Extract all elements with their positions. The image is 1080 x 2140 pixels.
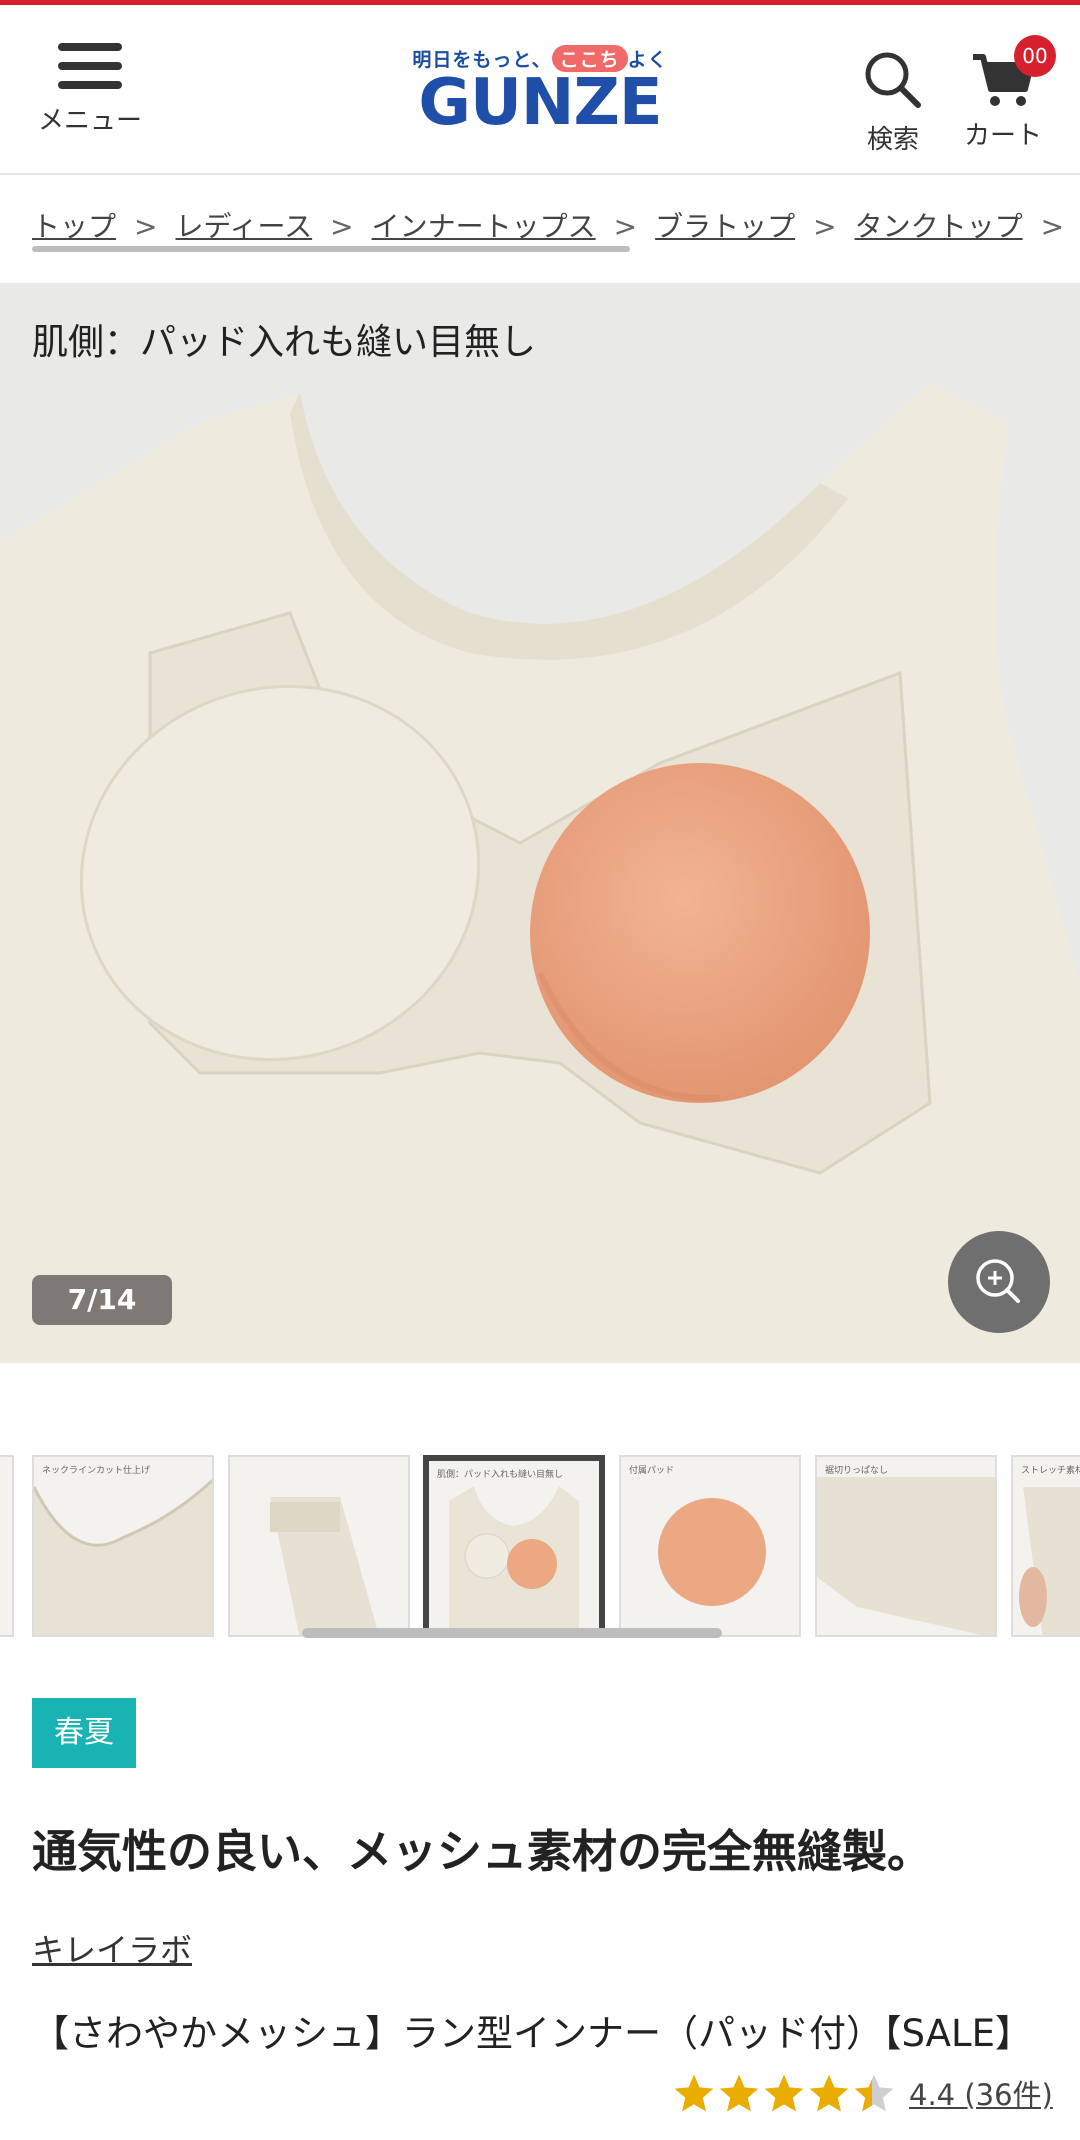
cart-label: カート (963, 121, 1042, 151)
star-icon (764, 2074, 804, 2112)
thumbnail-pad-side-image (449, 1486, 579, 1631)
breadcrumb-bra-top[interactable]: ブラトップ (655, 210, 795, 243)
thumbnail-5[interactable] (0, 1455, 14, 1637)
thumbnail-fabric-image (270, 1497, 379, 1635)
breadcrumb-separator: > (134, 210, 158, 243)
brand-link[interactable]: キレイラボ (32, 1925, 192, 1971)
product-main-image[interactable]: 肌側：パッド入れも縫い目無し 7/14 (0, 283, 1080, 1363)
breadcrumb-inner-tops[interactable]: インナートップス (372, 210, 596, 243)
breadcrumb-tank-top[interactable]: タンクトップ (855, 210, 1023, 243)
breadcrumb-separator: > (613, 210, 638, 243)
product-headline: 通気性の良い、メッシュ素材の完全無縫製。 (32, 1825, 933, 1878)
menu-label: メニュー (37, 106, 142, 136)
thumbnail-9[interactable]: 付属パッド (619, 1455, 801, 1637)
star-half-icon (854, 2074, 894, 2112)
thumbnail-neckline-image (34, 1478, 212, 1635)
thumbnail-11[interactable]: ストレッチ素材 (1011, 1455, 1080, 1637)
menu-button[interactable]: メニュー (30, 43, 150, 137)
star-icon (674, 2074, 714, 2112)
thumbnail-stretch-image (1019, 1487, 1080, 1635)
star-icon (719, 2074, 759, 2112)
thumbnail-8[interactable]: 肌側：パッド入れも縫い目無し (423, 1455, 605, 1637)
thumbnail-hem-image (817, 1477, 995, 1635)
zoom-in-icon (976, 1259, 1020, 1303)
search-button[interactable]: 検索 (858, 49, 928, 156)
zoom-button[interactable] (948, 1231, 1050, 1333)
image-counter: 7/14 (32, 1275, 172, 1325)
cart-count-badge: 00 (1014, 35, 1056, 77)
image-caption: 肌側：パッド入れも縫い目無し (32, 322, 537, 363)
site-header: メニュー 明日をもっと、 ここち よく GUNZE 検索 00 カート (0, 5, 1080, 175)
gunze-logo[interactable]: 明日をもっと、 ここち よく GUNZE (390, 45, 690, 140)
product-name: 【さわやかメッシュ】ラン型インナー（パッド付）【SALE】 (32, 2012, 1032, 2055)
thumbnail-6[interactable]: ネックラインカット仕上げ (32, 1455, 214, 1637)
breadcrumb-ladies[interactable]: レディース (175, 210, 312, 243)
breadcrumb-scrollbar[interactable] (32, 246, 630, 252)
tank-top-image (0, 383, 1080, 1363)
season-badge: 春夏 (32, 1698, 136, 1768)
breadcrumb-separator: > (330, 210, 354, 243)
breadcrumb-top[interactable]: トップ (32, 210, 116, 243)
star-icon (809, 2074, 849, 2112)
thumbnail-10[interactable]: 裾切りっぱなし (815, 1455, 997, 1637)
hamburger-icon (58, 43, 122, 89)
thumbnail-pad-image (658, 1498, 766, 1606)
search-icon (865, 52, 921, 108)
breadcrumb-separator: > (813, 210, 837, 243)
breadcrumb-separator: > (1040, 210, 1065, 243)
search-label: 検索 (866, 125, 919, 155)
brand-wordmark: GUNZE (418, 66, 662, 140)
thumbnail-scrollbar[interactable] (302, 1628, 722, 1638)
rating[interactable]: 4.4 (36件) (672, 2068, 1053, 2118)
thumbnail-strip: ネックラインカット仕上げ 肌側：パッド入れも縫い目無し 付属パッド 裾切りっぱな… (0, 1455, 1080, 1639)
rating-value-link[interactable]: 4.4 (36件) (909, 2072, 1053, 2114)
cart-button[interactable]: 00 カート (948, 35, 1058, 152)
thumbnail-7[interactable] (228, 1455, 410, 1637)
